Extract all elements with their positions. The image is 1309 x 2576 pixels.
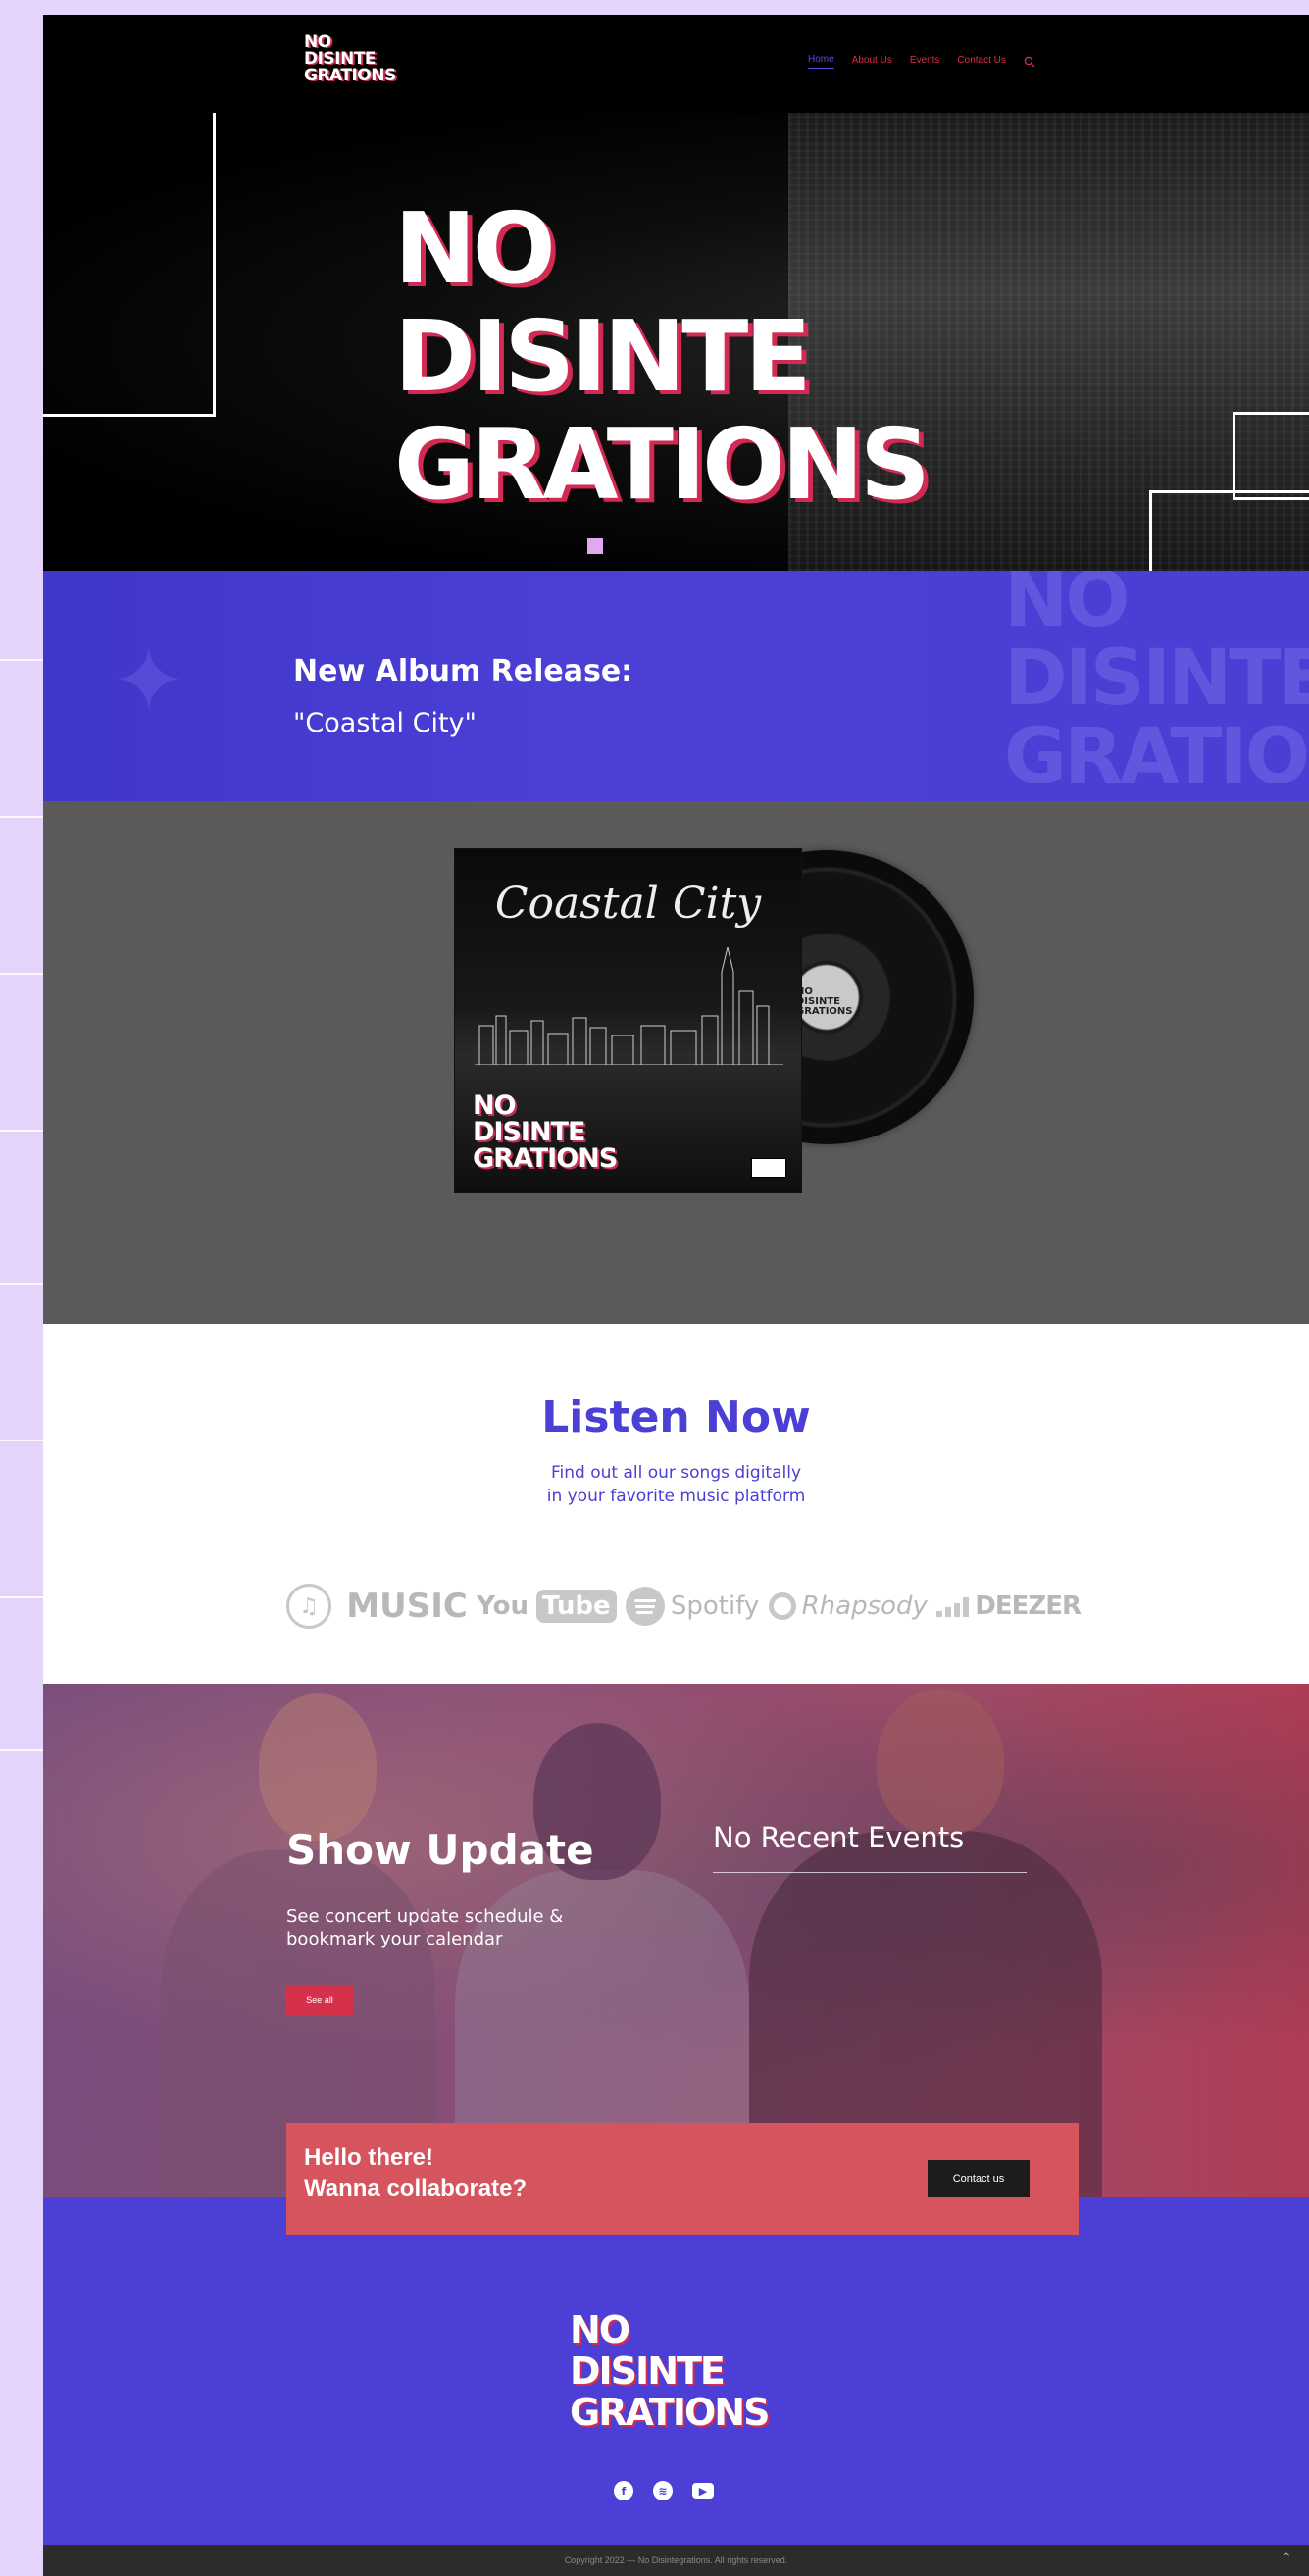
album-cover[interactable]: Coastal City NO DISINTE GRATIONS <box>454 848 802 1193</box>
platform-apple-music[interactable]: MUSIC <box>340 1587 468 1626</box>
show-subtitle-line: bookmark your calendar <box>286 1929 503 1949</box>
hero-frame-decoration <box>1233 412 1309 500</box>
gutter-divider <box>0 1440 43 1441</box>
hero-title-line: DISINTE <box>394 299 812 414</box>
city-skyline-illustration <box>475 947 783 1065</box>
band-member-face <box>259 1693 377 1841</box>
contact-us-button[interactable]: Contact us <box>928 2160 1030 2197</box>
album-cover-logo: NO DISINTE GRATIONS <box>473 1090 618 1174</box>
platform-logos: ♫ MUSIC You Tube Spotify Rhapsody DEEZER <box>286 1582 1082 1631</box>
collaborate-line: Wanna collaborate? <box>304 2175 528 2201</box>
platform-label: Rhapsody <box>801 1591 928 1621</box>
no-events-message: No Recent Events <box>713 1821 965 1854</box>
gutter-divider <box>0 1749 43 1751</box>
cover-logo-line: DISINTE <box>473 1117 585 1147</box>
nav-home[interactable]: Home <box>808 54 834 69</box>
main-nav: Home About Us Events Contact Us <box>808 54 1035 69</box>
platform-label: Spotify <box>670 1591 760 1621</box>
gutter-divider <box>0 1283 43 1285</box>
hero-title-line: NO <box>394 191 556 306</box>
gutter-divider <box>0 659 43 661</box>
album-subheading: "Coastal City" <box>293 708 477 738</box>
listen-subtitle-line: in your favorite music platform <box>546 1487 806 1506</box>
show-update-section: Show Update See concert update schedule … <box>43 1684 1309 2197</box>
itunes-icon: ♫ <box>286 1584 331 1629</box>
cover-logo-line: GRATIONS <box>473 1143 618 1174</box>
gutter-divider <box>0 816 43 818</box>
slider-dot[interactable] <box>587 538 603 554</box>
site-header: NO DISINTE GRATIONS Home About Us Events… <box>43 15 1309 113</box>
album-release-banner: ✦ NO DISINTE GRATIONS New Album Release:… <box>43 571 1309 801</box>
nav-about-us[interactable]: About Us <box>852 55 892 69</box>
rhapsody-icon <box>768 1592 796 1620</box>
copyright-text: Copyright 2022 — No Disintegrations. All… <box>564 2555 788 2565</box>
platform-rhapsody[interactable]: Rhapsody <box>768 1591 928 1621</box>
banner-ghost-art: ✦ <box>112 630 186 732</box>
footer-logo-line: NO <box>570 2308 630 2351</box>
deezer-icon <box>936 1595 970 1617</box>
youtube-icon[interactable]: ▶ <box>692 2483 714 2499</box>
platform-itunes[interactable]: ♫ <box>286 1584 331 1629</box>
collaborate-text: Hello there! Wanna collaborate? <box>304 2143 527 2203</box>
hero-frame-decoration <box>43 113 216 417</box>
brand-line: GRATIONS <box>304 66 396 85</box>
nav-events[interactable]: Events <box>910 55 940 69</box>
album-art-section: NO DISINTE GRATIONS Coastal City NO DISI… <box>43 801 1309 1324</box>
platform-label: DEEZER <box>975 1591 1082 1621</box>
page-frame: NO DISINTE GRATIONS Home About Us Events… <box>43 15 1309 2576</box>
album-heading: New Album Release: <box>293 654 633 688</box>
back-to-top-button[interactable]: ^ <box>1277 2552 1296 2570</box>
platform-youtube[interactable]: You Tube <box>477 1590 617 1623</box>
album-cover-title: Coastal City <box>494 879 762 929</box>
collaborate-line: Hello there! <box>304 2145 434 2171</box>
vinyl-label: NO DISINTE GRATIONS <box>796 987 853 1017</box>
parental-advisory-badge <box>751 1158 786 1178</box>
show-update-subtitle: See concert update schedule & bookmark y… <box>286 1905 620 1950</box>
copyright-bar: Copyright 2022 — No Disintegrations. All… <box>43 2545 1309 2576</box>
listen-now-section: Listen Now Find out all our songs digita… <box>43 1324 1309 1684</box>
gutter-divider <box>0 1130 43 1132</box>
listen-subtitle-line: Find out all our songs digitally <box>550 1463 802 1483</box>
youtube-logo: Tube <box>535 1590 617 1623</box>
listen-subtitle: Find out all our songs digitally in your… <box>43 1461 1309 1508</box>
facebook-icon[interactable]: f <box>614 2481 633 2500</box>
hero-title: NO DISINTE GRATIONS <box>394 195 1022 519</box>
listen-title: Listen Now <box>541 1392 811 1442</box>
apple-icon[interactable] <box>733 2481 753 2500</box>
brand-logo[interactable]: NO DISINTE GRATIONS <box>304 34 412 84</box>
banner-ghost-line: GRATIONS <box>1004 713 1309 801</box>
collaborate-banner: Hello there! Wanna collaborate? Contact … <box>286 2123 1079 2235</box>
footer-logo-line: DISINTE <box>570 2349 726 2393</box>
gutter-divider <box>0 973 43 975</box>
events-divider <box>713 1872 1027 1873</box>
social-links: f ≋ ▶ <box>614 2481 753 2500</box>
gutter-divider <box>0 1596 43 1598</box>
see-all-button[interactable]: See all <box>286 1986 353 2015</box>
hero-title-line: GRATIONS <box>394 407 931 522</box>
banner-ghost-line: DISINTE <box>1004 634 1309 723</box>
banner-ghost-line: NO <box>1004 571 1131 644</box>
hero-slider: NO DISINTE GRATIONS <box>43 113 1309 571</box>
platform-spotify[interactable]: Spotify <box>625 1587 760 1626</box>
nav-contact-us[interactable]: Contact Us <box>957 55 1005 69</box>
spotify-icon <box>625 1587 665 1626</box>
footer-logo-line: GRATIONS <box>570 2391 770 2434</box>
hero-frame-decoration <box>1149 490 1309 571</box>
show-subtitle-line: See concert update schedule & <box>286 1906 564 1927</box>
platform-label: MUSIC <box>346 1587 468 1626</box>
show-update-title: Show Update <box>286 1826 594 1874</box>
spotify-icon[interactable]: ≋ <box>653 2481 673 2500</box>
cover-logo-line: NO <box>473 1090 517 1121</box>
banner-ghost-logo: NO DISINTE GRATIONS <box>1004 571 1309 796</box>
vinyl-label-line: GRATIONS <box>796 1006 853 1017</box>
platform-label: You <box>477 1591 529 1621</box>
search-icon[interactable] <box>1024 56 1035 68</box>
platform-deezer[interactable]: DEEZER <box>936 1591 1082 1621</box>
band-member-face <box>877 1689 1004 1836</box>
footer-logo[interactable]: NO DISINTE GRATIONS <box>570 2308 770 2434</box>
